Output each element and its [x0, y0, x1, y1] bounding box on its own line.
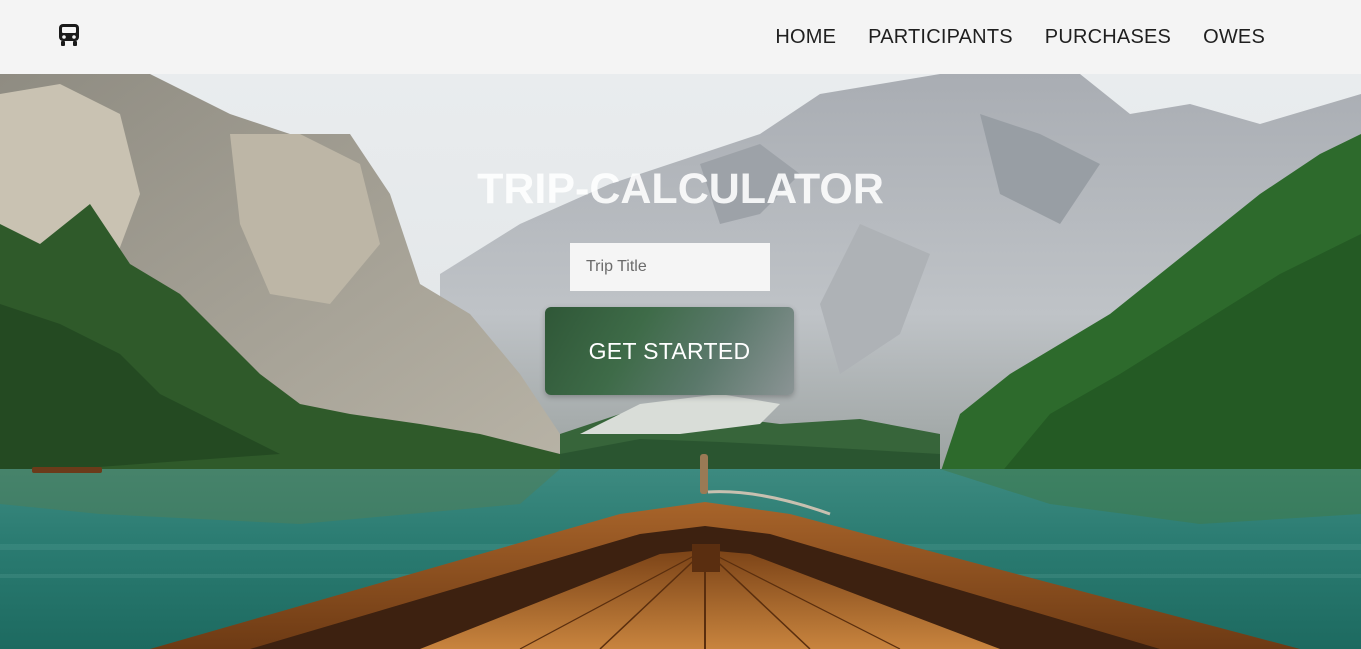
bus-icon[interactable]: [58, 23, 80, 47]
hero-title: TRIP-CALCULATOR: [477, 165, 884, 213]
nav-links: HOME PARTICIPANTS PURCHASES OWES: [775, 0, 1265, 74]
get-started-button[interactable]: GET STARTED: [545, 307, 794, 395]
nav-owes-link[interactable]: OWES: [1203, 26, 1265, 49]
nav-participants-link[interactable]: PARTICIPANTS: [868, 26, 1013, 49]
top-navbar: HOME PARTICIPANTS PURCHASES OWES: [0, 0, 1361, 74]
hero-section: TRIP-CALCULATOR GET STARTED: [0, 74, 1361, 649]
trip-title-input[interactable]: [570, 243, 770, 291]
nav-home-link[interactable]: HOME: [775, 26, 836, 49]
nav-purchases-link[interactable]: PURCHASES: [1045, 26, 1171, 49]
